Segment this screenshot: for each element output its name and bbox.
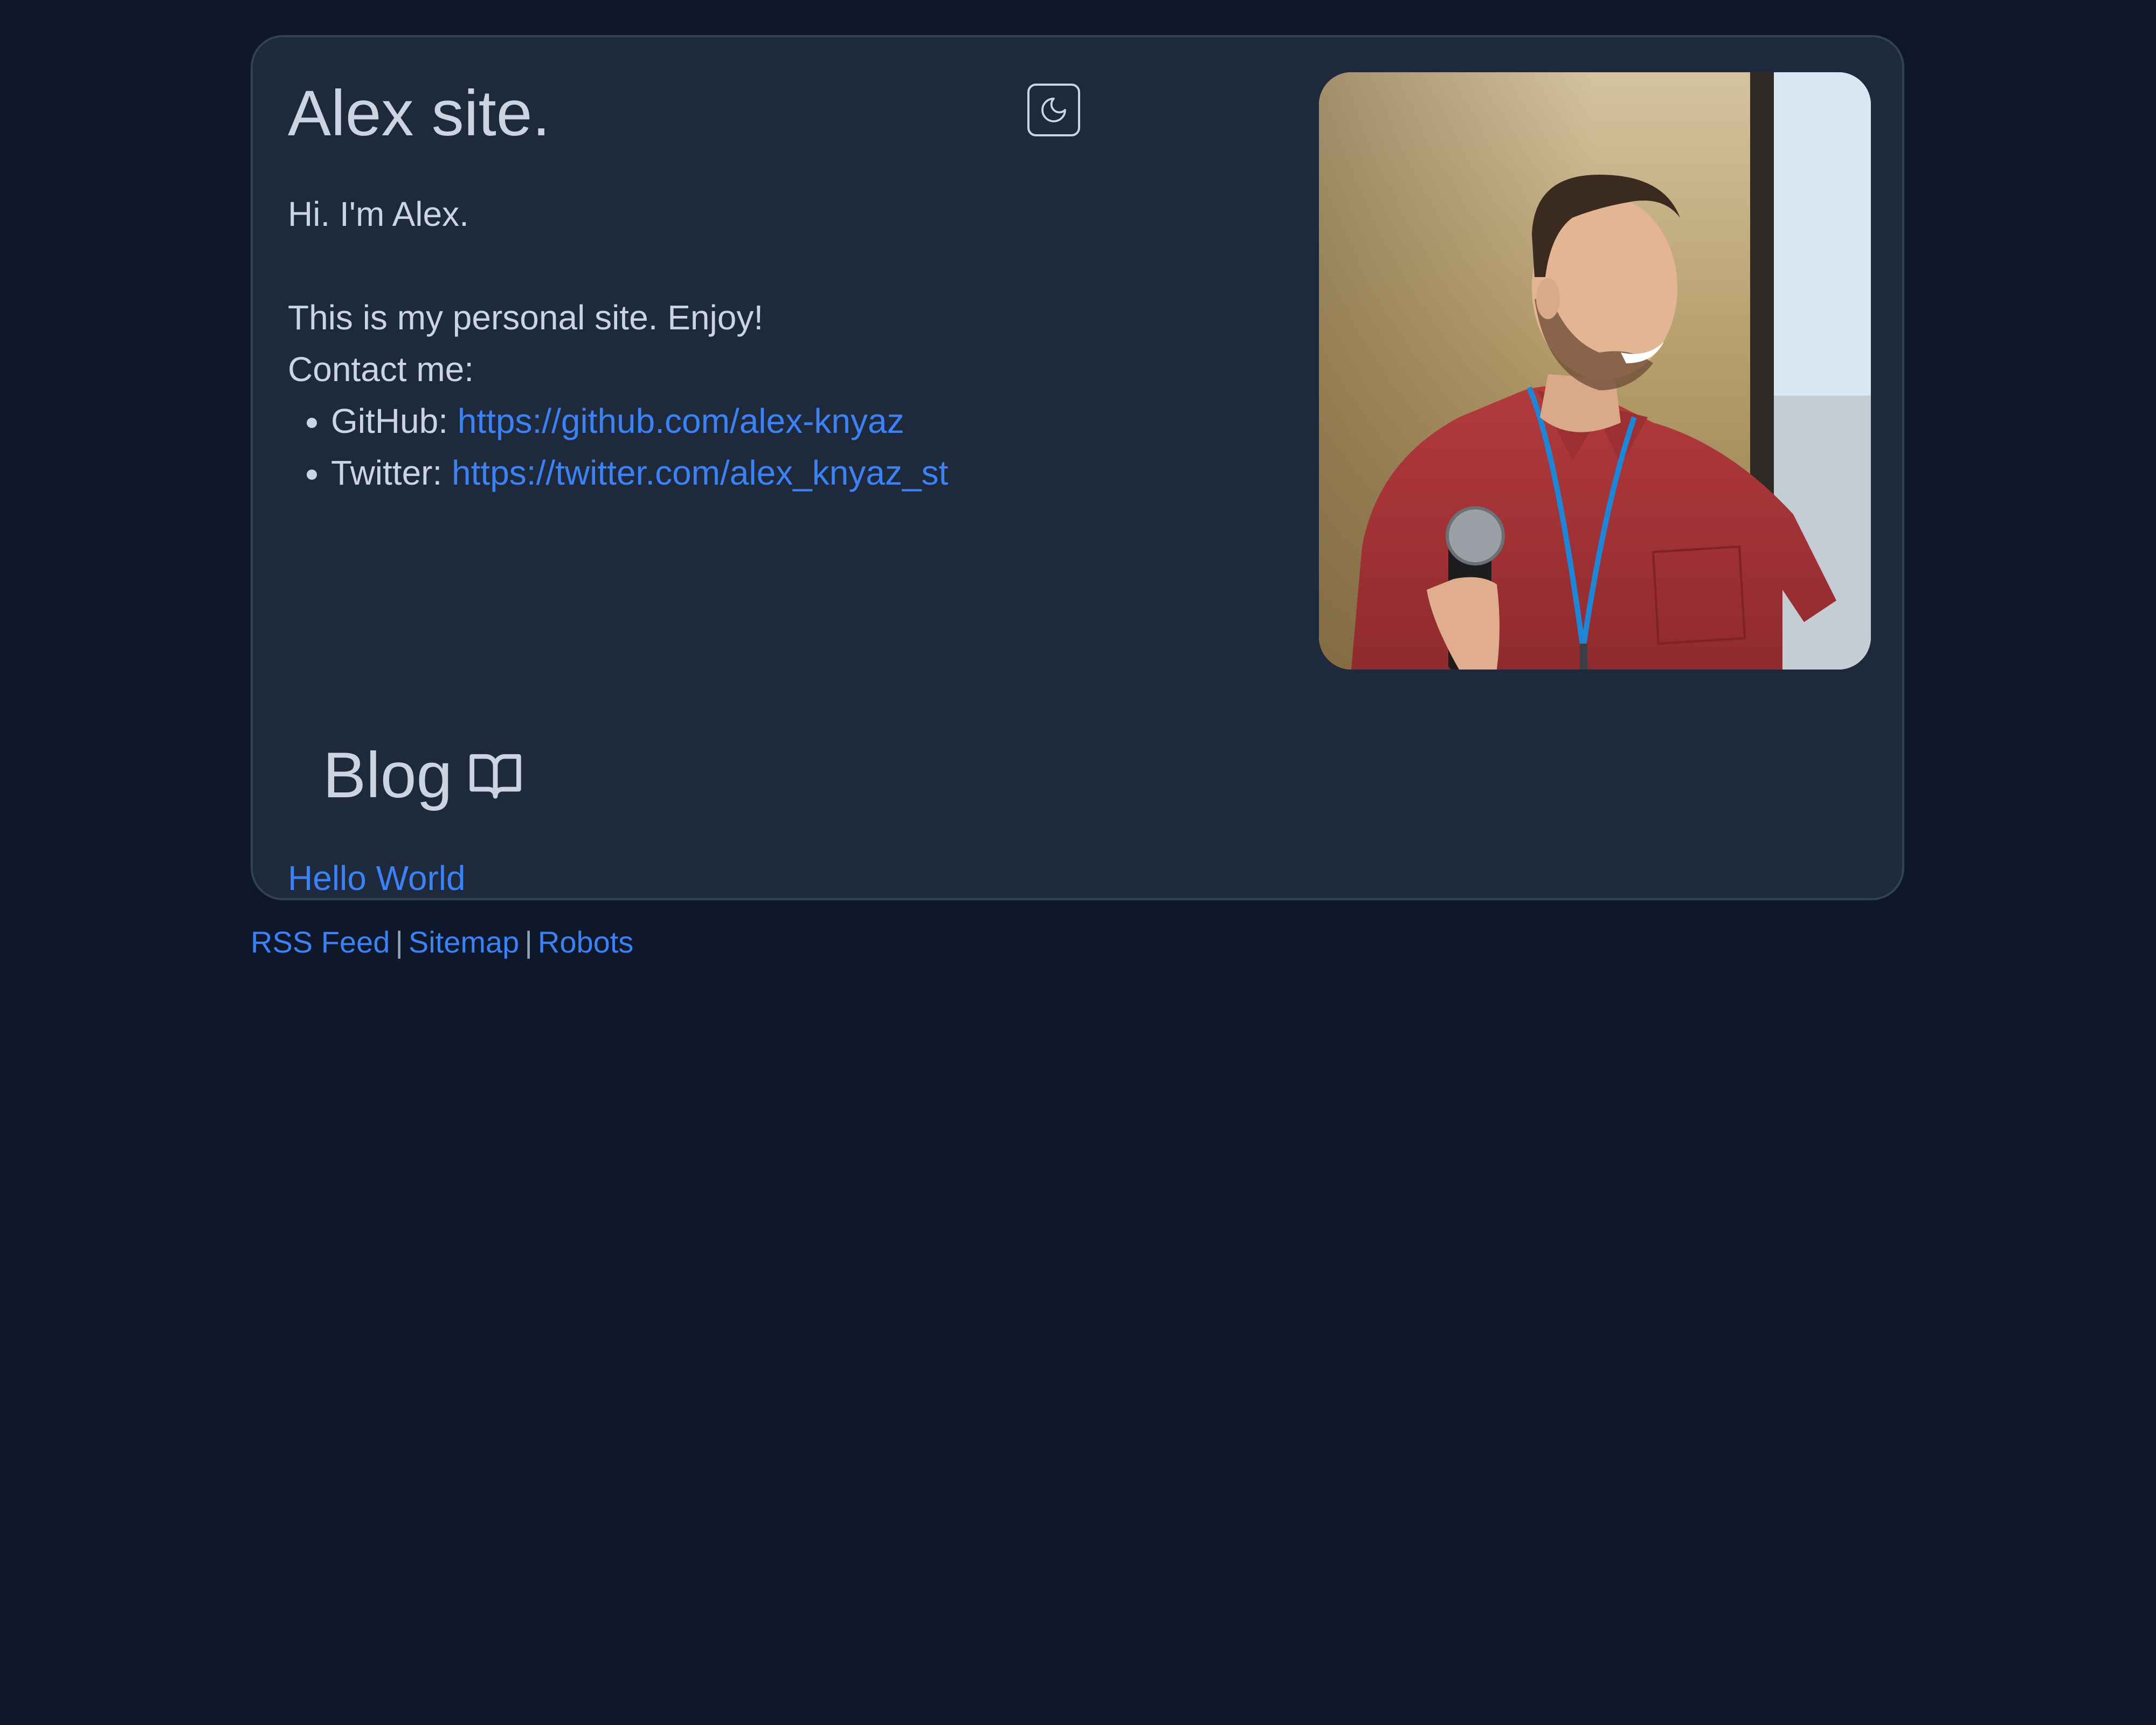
rss-feed-link[interactable]: RSS Feed — [251, 925, 390, 959]
contact-label-github: GitHub: — [331, 402, 448, 440]
greeting-text: Hi. I'm Alex. — [288, 195, 469, 233]
sitemap-link[interactable]: Sitemap — [409, 925, 519, 959]
theme-toggle-button[interactable] — [1027, 84, 1080, 136]
footer: RSS Feed | Sitemap | Robots — [251, 918, 633, 967]
blog-post-list: Hello World — [288, 854, 466, 902]
contact-list: GitHub: https://github.com/alex-knyaz Tw… — [288, 395, 948, 499]
welcome-text: This is my personal site. Enjoy! — [288, 298, 764, 337]
twitter-link[interactable]: https://twitter.com/alex_knyaz_st — [452, 453, 948, 492]
contact-item-twitter: Twitter: https://twitter.com/alex_knyaz_… — [331, 447, 948, 499]
intro-section: Hi. I'm Alex. This is my personal site. … — [288, 188, 948, 499]
blog-heading: Blog — [323, 738, 523, 812]
footer-separator: | — [395, 925, 403, 959]
book-open-icon — [469, 754, 521, 799]
footer-separator: | — [524, 925, 533, 959]
profile-card: Alex site. Hi. I'm Alex. This is my pers… — [251, 35, 1904, 900]
contact-heading: Contact me: — [288, 350, 474, 389]
site-title: Alex site. — [288, 77, 550, 149]
contact-item-github: GitHub: https://github.com/alex-knyaz — [331, 395, 948, 447]
blog-post-link[interactable]: Hello World — [288, 859, 466, 898]
profile-photo — [1319, 72, 1871, 670]
contact-label-twitter: Twitter: — [331, 453, 443, 492]
github-link[interactable]: https://github.com/alex-knyaz — [458, 402, 904, 440]
robots-link[interactable]: Robots — [538, 925, 633, 959]
blog-heading-text: Blog — [323, 739, 453, 811]
moon-icon — [1041, 98, 1066, 122]
